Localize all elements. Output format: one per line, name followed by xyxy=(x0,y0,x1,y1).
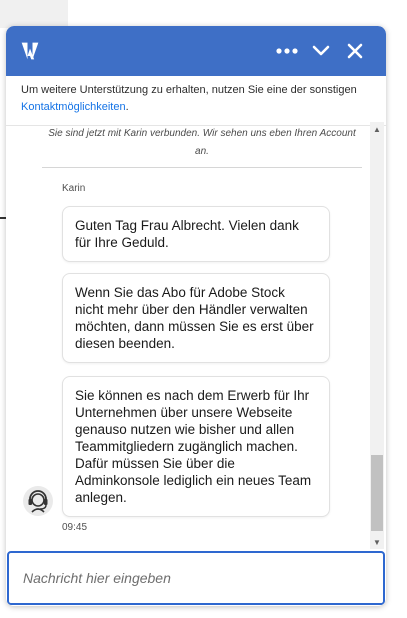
message-list: Sie sind jetzt mit Karin verbunden. Wir … xyxy=(6,122,386,549)
message-composer xyxy=(6,550,386,606)
contact-options-link[interactable]: Kontaktmöglichkeiten xyxy=(21,101,126,113)
message-input-box[interactable] xyxy=(7,551,385,605)
close-button[interactable] xyxy=(338,35,372,67)
message-timestamp: 09:45 xyxy=(62,522,88,533)
more-options-button[interactable] xyxy=(270,35,304,67)
minimize-button[interactable] xyxy=(304,35,338,67)
chat-header xyxy=(6,26,386,76)
agent-message: Wenn Sie das Abo für Adobe Stock nicht m… xyxy=(62,273,330,363)
scroll-up-icon[interactable]: ▲ xyxy=(370,122,384,136)
scroll-down-icon[interactable]: ▼ xyxy=(370,535,384,549)
system-message: Sie sind jetzt mit Karin verbunden. Wir … xyxy=(42,125,362,168)
notice-suffix: . xyxy=(125,101,129,113)
agent-avatar xyxy=(23,486,53,516)
chevron-down-icon xyxy=(312,45,330,56)
adobe-logo-icon xyxy=(21,42,39,60)
scrollbar-thumb[interactable] xyxy=(371,455,383,531)
headset-agent-icon xyxy=(28,490,48,513)
support-notice: Um weitere Unterstützung zu erhalten, nu… xyxy=(6,76,386,126)
agent-name: Karin xyxy=(62,183,86,194)
chat-window: Um weitere Unterstützung zu erhalten, nu… xyxy=(6,26,386,606)
agent-message: Sie können es nach dem Erwerb für Ihr Un… xyxy=(62,376,330,517)
agent-message: Guten Tag Frau Albrecht. Vielen dank für… xyxy=(62,206,330,262)
ellipsis-icon xyxy=(276,48,298,54)
message-scrollbar[interactable]: ▲ ▼ xyxy=(370,122,384,549)
message-input[interactable] xyxy=(23,570,383,586)
notice-text: Um weitere Unterstützung zu erhalten, nu… xyxy=(21,84,357,96)
background-panel xyxy=(0,0,68,28)
close-icon xyxy=(347,43,363,59)
